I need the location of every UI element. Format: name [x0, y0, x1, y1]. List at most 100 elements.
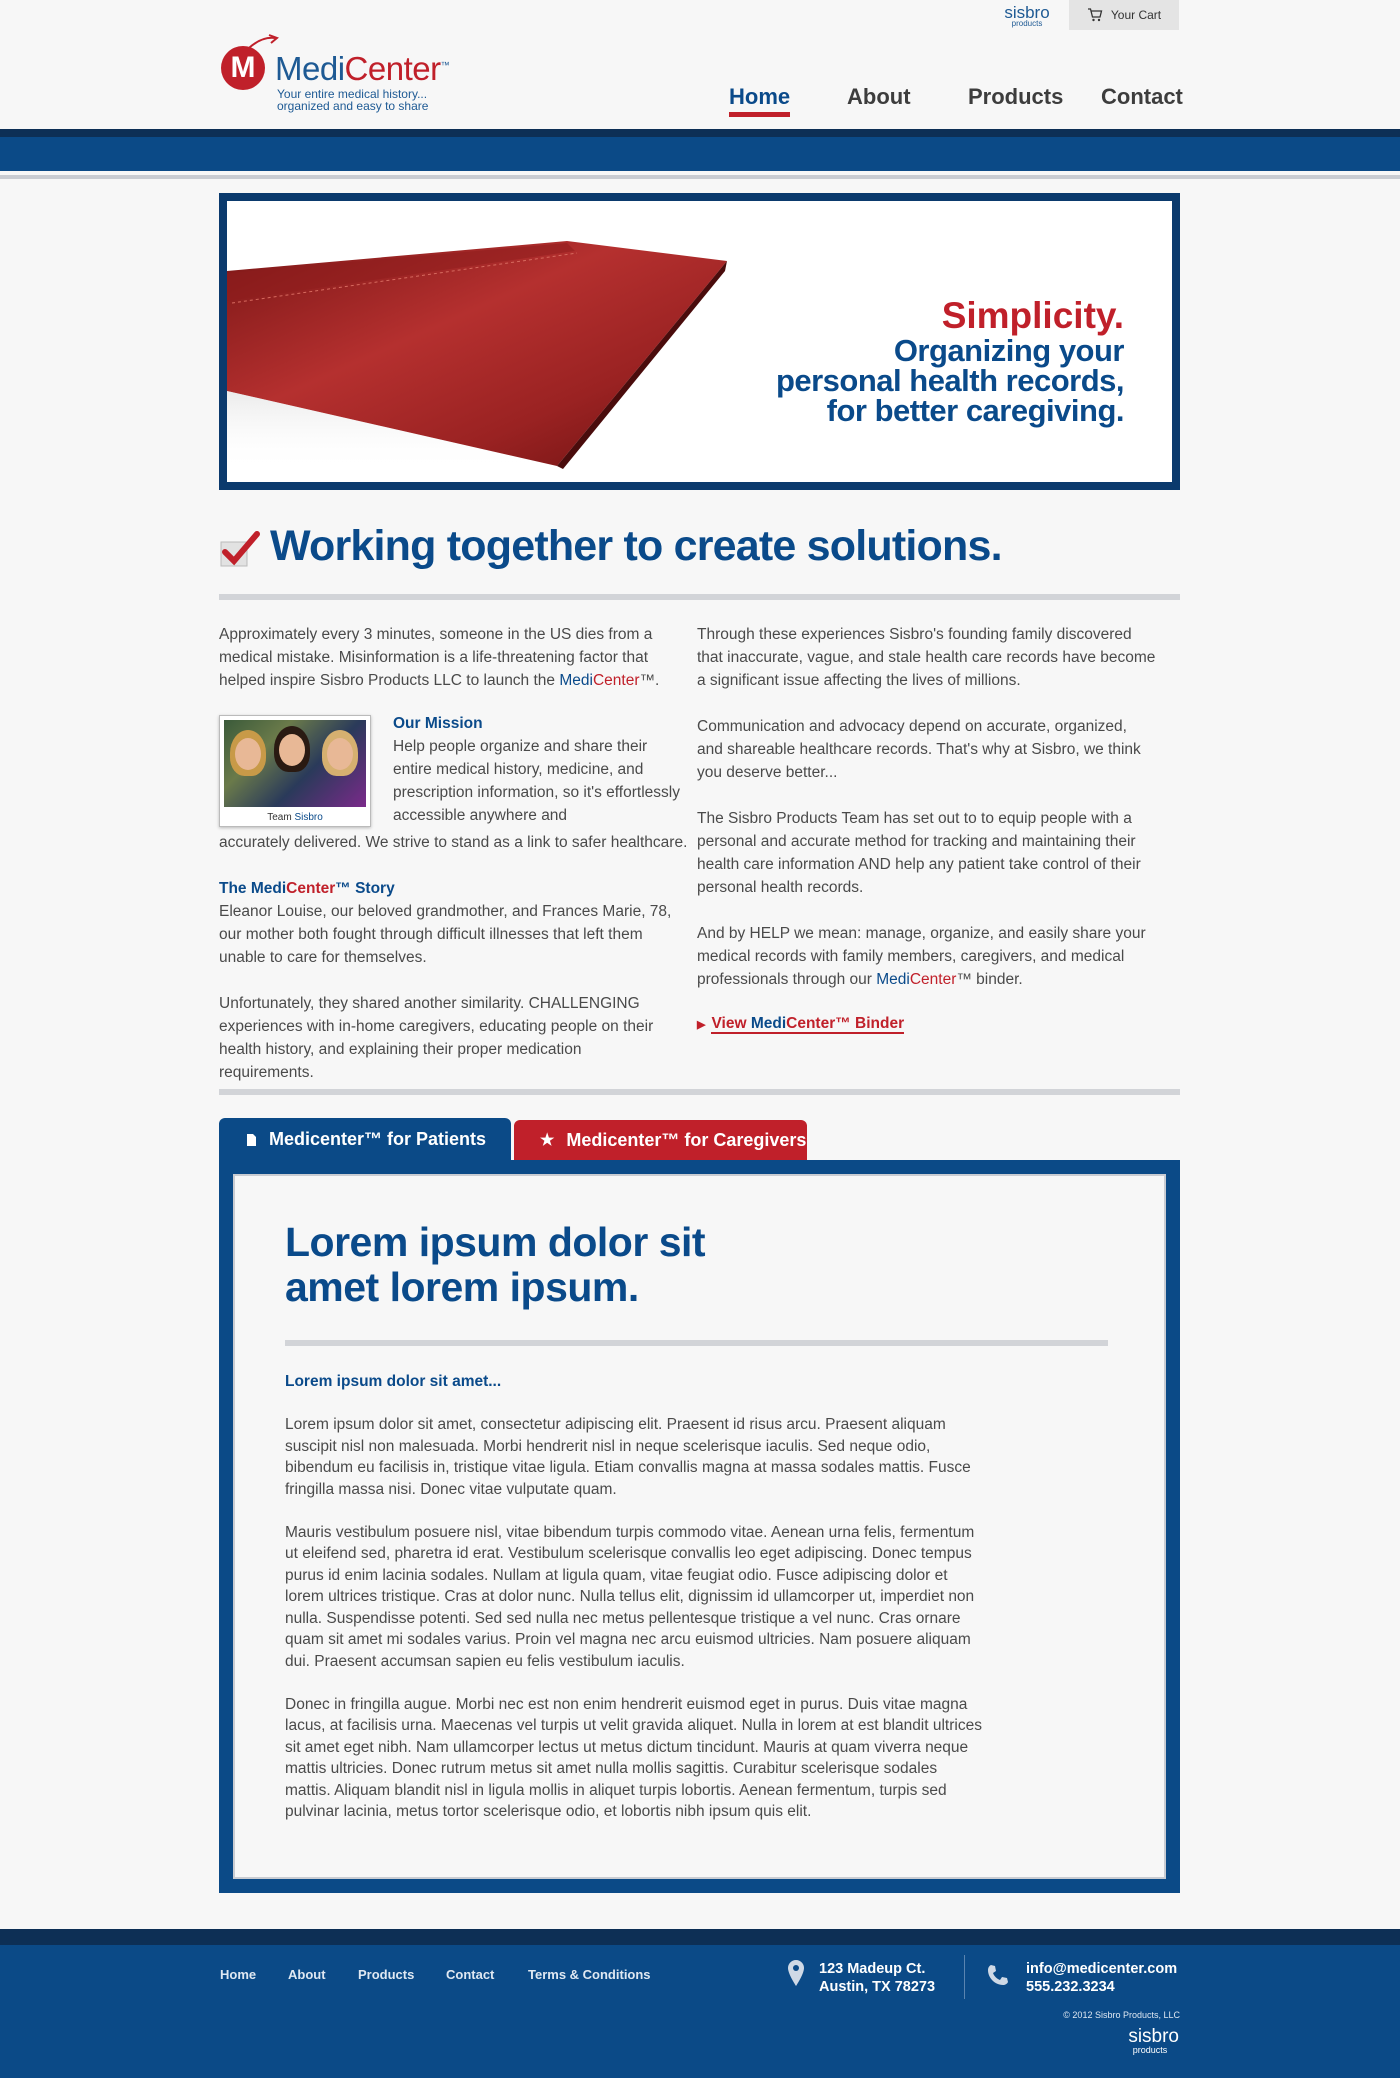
footer-contact: info@medicenter.com 555.232.3234	[1026, 1960, 1177, 1996]
team-photo-image	[224, 720, 366, 807]
mission-title: Our Mission	[393, 715, 483, 732]
link-view: View	[711, 1015, 751, 1032]
location-pin-icon	[788, 1960, 804, 1986]
logo-name: MediCenter™	[275, 50, 450, 88]
hero-subtitle: Organizing your personal health records,…	[775, 333, 1125, 428]
section-title: Working together to create solutions.	[270, 522, 1003, 570]
document-icon	[247, 1133, 256, 1146]
address-line-2: Austin, TX 78273	[819, 1979, 936, 1995]
nav-about[interactable]: About	[847, 84, 911, 110]
left-column-intro: Approximately every 3 minutes, someone i…	[219, 623, 679, 715]
tab-patients[interactable]: Medicenter™ for Patients	[219, 1118, 511, 1161]
intro-end: ™.	[639, 672, 660, 689]
hero-title: Simplicity.	[941, 295, 1124, 336]
tab-caregivers[interactable]: ★ Medicenter™ for Caregivers	[514, 1120, 807, 1160]
nav-products[interactable]: Products	[968, 84, 1063, 110]
sisbro-footer-text: sisbro	[1128, 2026, 1179, 2047]
p4-center: Center	[909, 971, 957, 988]
panel-paragraph-3: Donec in fringilla augue. Morbi nec est …	[285, 1695, 982, 1821]
link-center: Center	[786, 1015, 836, 1032]
team-photo-caption: Team Sisbro	[220, 812, 370, 823]
site-header: sisbro products Your Cart M MediCenter™ …	[0, 0, 1400, 130]
story-title-c: ™ Story	[335, 880, 395, 897]
medicenter-logo[interactable]: M MediCenter™ Your entire medical histor…	[219, 34, 479, 118]
footer-link-contact[interactable]: Contact	[446, 1967, 494, 1982]
section-rule-top	[219, 594, 1180, 600]
phone-icon	[988, 1965, 1008, 1985]
logo-tagline: Your entire medical history... organized…	[277, 88, 428, 112]
footer-link-home[interactable]: Home	[220, 1967, 256, 1982]
story-title-a: The Medi	[219, 880, 287, 897]
logo-name-medi: Medi	[275, 50, 345, 87]
photo-face-1	[235, 738, 261, 770]
right-paragraph-4: And by HELP we mean: manage, organize, a…	[697, 922, 1157, 991]
sisbro-footer-logo[interactable]: sisbro products	[1121, 2026, 1179, 2055]
header-band-dark	[0, 129, 1400, 137]
address-line-1: 123 Madeup Ct.	[819, 1961, 926, 1977]
right-column: Through these experiences Sisbro's found…	[697, 623, 1157, 1014]
tab-patients-label: Medicenter™ for Patients	[269, 1129, 487, 1149]
mission-text: Help people organize and share their ent…	[393, 738, 680, 824]
footer-phone: 555.232.3234	[1026, 1979, 1115, 1995]
cart-icon	[1087, 8, 1103, 22]
hero-text: Simplicity. Organizing your personal hea…	[775, 295, 1125, 428]
nav-home[interactable]: Home	[729, 84, 791, 117]
panel-paragraph-1: Lorem ipsum dolor sit amet, consectetur …	[285, 1416, 971, 1498]
hero-banner: Simplicity. Organizing your personal hea…	[219, 193, 1180, 490]
panel-body: Lorem ipsum dolor sit amet, consectetur …	[285, 1414, 985, 1844]
tab-caregivers-label: Medicenter™ for Caregivers	[566, 1129, 807, 1150]
link-end: ™ Binder	[835, 1015, 905, 1032]
sisbro-logo[interactable]: sisbro products	[1002, 4, 1052, 28]
hero-inner: Simplicity. Organizing your personal hea…	[227, 201, 1172, 482]
story-title-b: Center	[286, 880, 336, 897]
cart-button[interactable]: Your Cart	[1069, 0, 1179, 30]
photo-face-2	[279, 734, 305, 766]
hero-line-1: Organizing your	[893, 333, 1125, 368]
panel-rule	[285, 1340, 1108, 1346]
story-title: The MediCenter™ Story	[219, 877, 679, 900]
team-photo: Team Sisbro	[219, 715, 371, 827]
logo-tagline-2: organized and easy to share	[277, 99, 429, 113]
intro-paragraph: Approximately every 3 minutes, someone i…	[219, 623, 679, 692]
right-paragraph-2: Communication and advocacy depend on acc…	[697, 718, 1141, 781]
footer-link-products[interactable]: Products	[358, 1967, 414, 1982]
star-icon: ★	[540, 1132, 555, 1149]
view-binder-link[interactable]: ▶ View MediCenter™ Binder	[697, 1015, 905, 1034]
logo-mark: M	[221, 46, 265, 90]
intro-center: Center	[592, 672, 640, 689]
footer-link-terms[interactable]: Terms & Conditions	[528, 1967, 651, 1982]
header-band-line	[0, 175, 1400, 179]
panel-title: Lorem ipsum dolor sit amet lorem ipsum.	[285, 1219, 706, 1310]
play-arrow-icon: ▶	[697, 1019, 706, 1031]
footer-address: 123 Madeup Ct. Austin, TX 78273	[819, 1960, 935, 1996]
site-footer: Home About Products Contact Terms & Cond…	[0, 1945, 1400, 2078]
view-binder-link-text[interactable]: View MediCenter™ Binder	[711, 1015, 905, 1034]
checkmark-icon	[220, 531, 260, 567]
p4-end: ™ binder.	[956, 971, 1023, 988]
intro-medi: Medi	[559, 672, 593, 689]
right-paragraph-3: The Sisbro Products Team has set out to …	[697, 810, 1141, 896]
panel-title-line-1: Lorem ipsum dolor sit	[285, 1219, 706, 1265]
footer-link-about[interactable]: About	[288, 1967, 326, 1982]
footer-band-dark	[0, 1929, 1400, 1945]
hero-line-3: for better caregiving.	[826, 393, 1125, 428]
logo-tm: ™	[440, 60, 450, 70]
header-band	[0, 137, 1400, 171]
mission-block: Our Mission Help people organize and sha…	[393, 712, 683, 827]
nav-contact[interactable]: Contact	[1101, 84, 1183, 110]
panel-title-line-2: amet lorem ipsum.	[285, 1264, 639, 1310]
footer-email[interactable]: info@medicenter.com	[1026, 1960, 1177, 1978]
section-rule-bottom	[219, 1089, 1180, 1095]
hero-line-2: personal health records,	[775, 363, 1125, 398]
photo-face-3	[327, 738, 353, 770]
logo-name-center: Center	[344, 50, 442, 87]
story-paragraph-2: Unfortunately, they shared another simil…	[219, 995, 654, 1081]
story-paragraph-1: Eleanor Louise, our beloved grandmother,…	[219, 903, 672, 966]
p4-medi: Medi	[876, 971, 910, 988]
link-medi: Medi	[750, 1015, 787, 1032]
caption-sisbro: Sisbro	[294, 812, 323, 823]
mission-text-end: accurately delivered. We strive to stand…	[219, 834, 688, 851]
right-paragraph-1: Through these experiences Sisbro's found…	[697, 626, 1156, 689]
story-block: The MediCenter™ Story Eleanor Louise, ou…	[219, 877, 679, 1107]
tab-panel: Lorem ipsum dolor sit amet lorem ipsum. …	[219, 1160, 1180, 1893]
